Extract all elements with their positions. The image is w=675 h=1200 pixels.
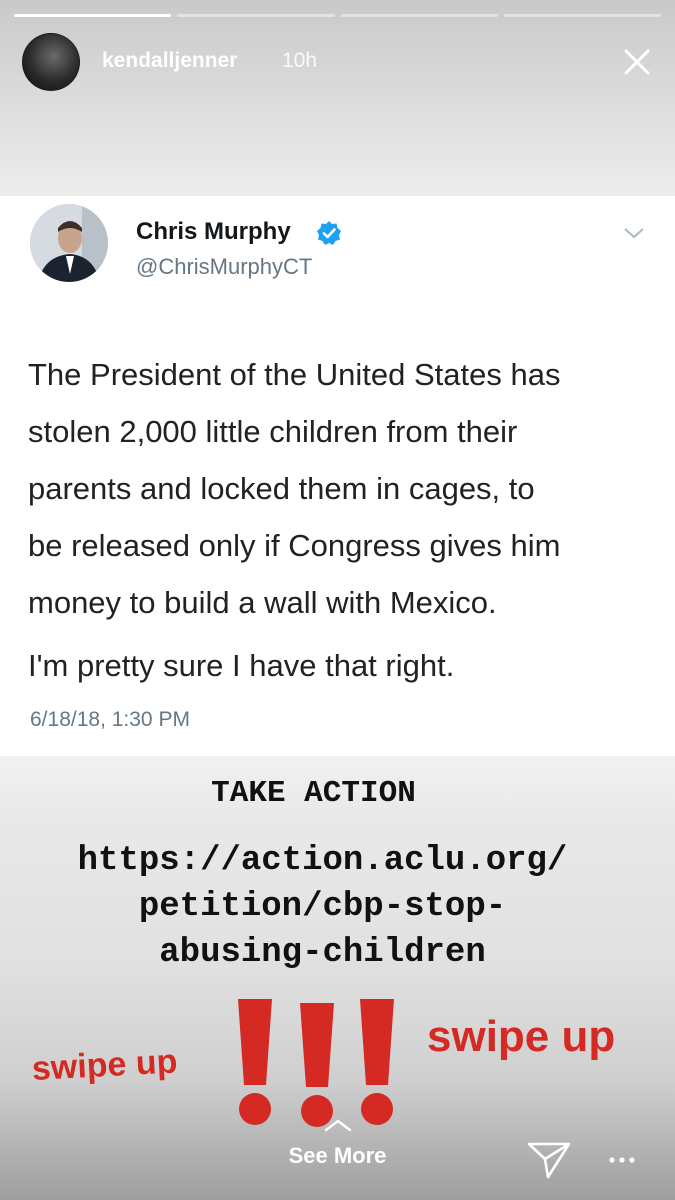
tweet-author-name: Chris Murphy: [136, 218, 291, 245]
close-button[interactable]: [621, 46, 653, 78]
see-more-button[interactable]: See More: [0, 1118, 675, 1169]
story-progress-bar: [14, 14, 661, 17]
send-icon: [527, 1142, 571, 1179]
story-progress-segment: [340, 14, 498, 17]
exclamation-marks-icon: [238, 999, 394, 1127]
verified-badge-icon: [317, 221, 341, 245]
tweet-card: Chris Murphy @ChrisMurphyCT The Presiden…: [0, 196, 675, 756]
story-progress-segment: [503, 14, 661, 17]
petition-url: https://action.aclu.org/ petition/cbp-st…: [0, 838, 645, 976]
see-more-label: See More: [288, 1143, 387, 1168]
tweet-body-line: parents and locked them in cages, to: [28, 471, 535, 506]
story-username[interactable]: kendalljenner: [102, 49, 237, 73]
more-options-button[interactable]: [604, 1150, 640, 1170]
story-progress-segment: [14, 14, 172, 17]
petition-url-line: abusing-children: [159, 934, 486, 972]
more-icon: [609, 1157, 635, 1163]
swipe-up-sticker-left: swipe up: [30, 1042, 179, 1088]
swipe-up-sticker-right: swipe up: [427, 1012, 616, 1061]
tweet-author-handle: @ChrisMurphyCT: [136, 254, 313, 279]
tweet-body: The President of the United States has s…: [28, 346, 653, 631]
tweet-body-line: money to build a wall with Mexico.: [28, 585, 497, 620]
take-action-heading: TAKE ACTION: [211, 776, 416, 811]
tweet-body-second-paragraph: I'm pretty sure I have that right.: [28, 648, 455, 683]
tweet-body-line: The President of the United States has: [28, 357, 561, 392]
close-icon: [624, 49, 650, 75]
tweet-author-avatar: [30, 204, 108, 282]
petition-url-line: https://action.aclu.org/: [77, 842, 568, 880]
send-button[interactable]: [526, 1140, 572, 1180]
tweet-body-line: be released only if Congress gives him: [28, 528, 561, 563]
chevron-up-icon: [324, 1119, 351, 1132]
tweet-body-line: stolen 2,000 little children from their: [28, 414, 518, 449]
chevron-down-icon: [624, 228, 644, 239]
story-user-avatar[interactable]: [22, 33, 80, 91]
story-header: kendalljenner 10h: [20, 32, 655, 92]
story-progress-segment: [177, 14, 335, 17]
story-timestamp: 10h: [282, 49, 318, 72]
petition-url-line: petition/cbp-stop-: [138, 888, 507, 926]
tweet-timestamp: 6/18/18, 1:30 PM: [30, 708, 190, 731]
